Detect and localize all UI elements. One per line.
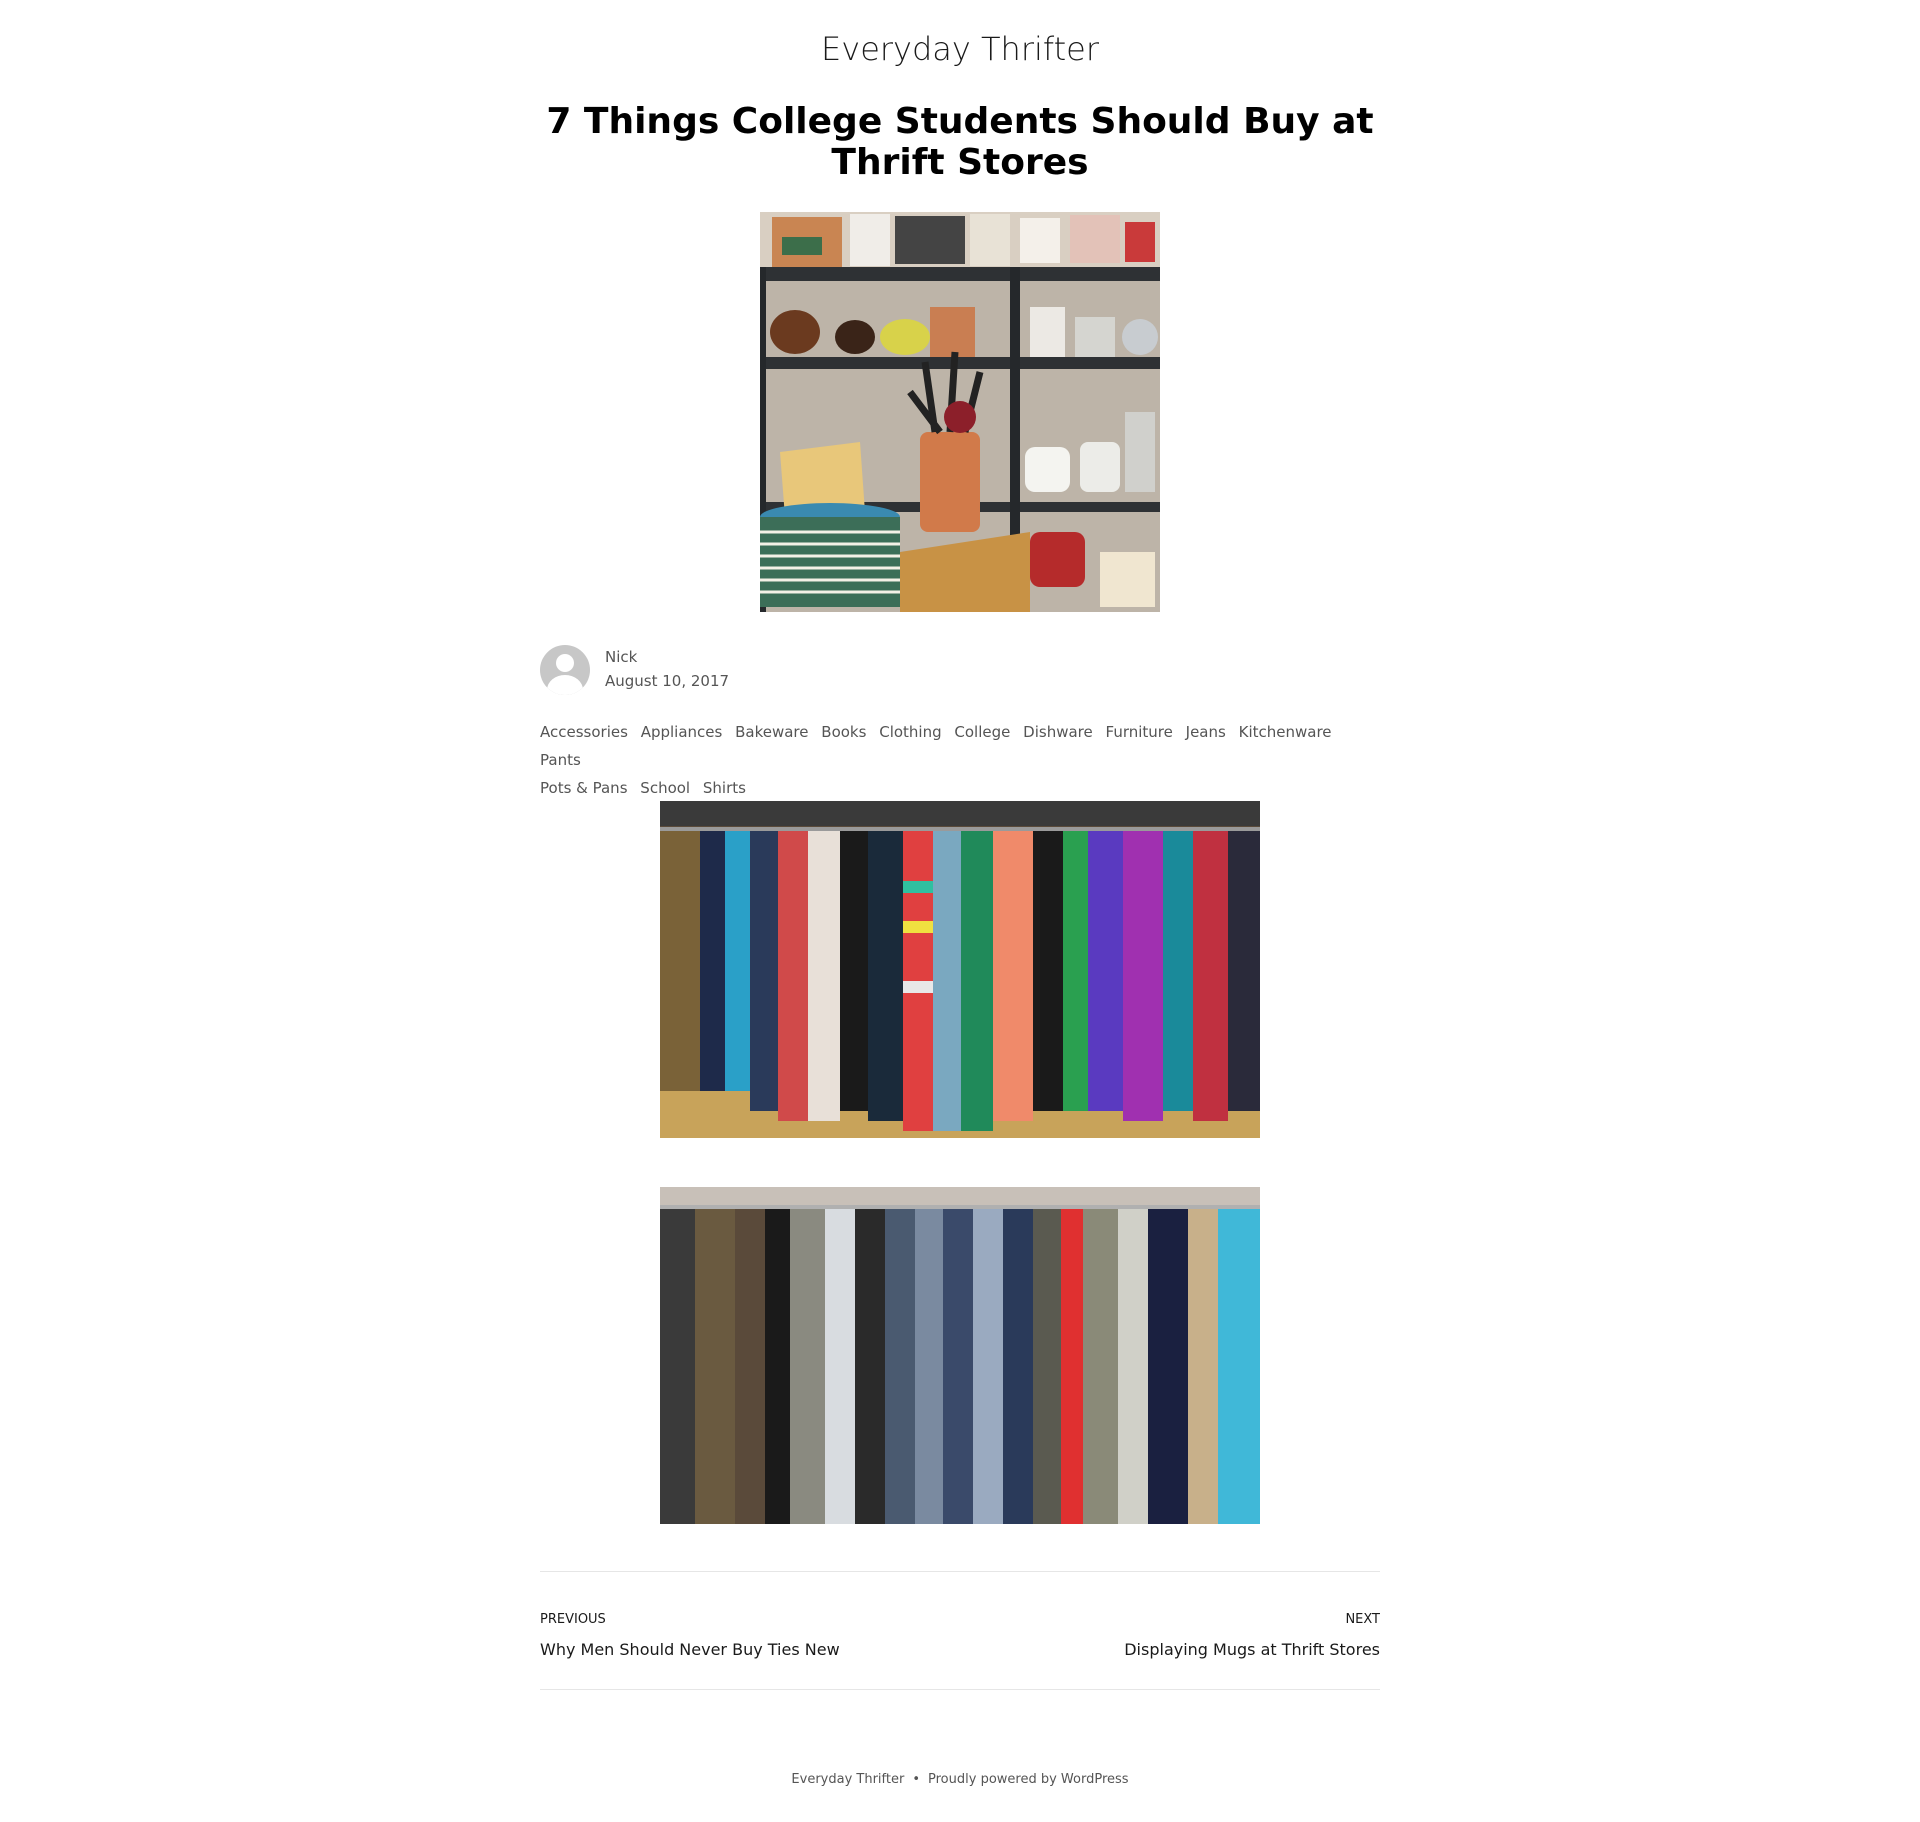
photo-shirts-rack (660, 801, 1260, 1138)
author-name[interactable]: Nick (605, 648, 637, 666)
tag-link[interactable]: Appliances (641, 723, 723, 741)
post-title: 7 Things College Students Should Buy at … (546, 101, 1374, 183)
tag-link[interactable]: Kitchenware (1239, 723, 1332, 741)
tag-link[interactable]: Accessories (540, 723, 628, 741)
wordpress-link[interactable]: Proudly powered by WordPress (928, 1772, 1129, 1787)
post-date[interactable]: August 10, 2017 (605, 672, 729, 690)
footer-site-link[interactable]: Everyday Thrifter (791, 1772, 904, 1787)
tag-link[interactable]: Dishware (1023, 723, 1093, 741)
previous-label: Previous (540, 1612, 606, 1627)
tag-link[interactable]: College (954, 723, 1010, 741)
tag-link[interactable]: Clothing (879, 723, 941, 741)
site-footer: Everyday Thrifter • Proudly powered by Wor… (0, 1772, 1920, 1787)
tag-link[interactable]: Books (821, 723, 866, 741)
photo-jeans-rack (660, 1187, 1260, 1524)
featured-image-kitchenware-shelves (760, 212, 1160, 612)
post-tags: Accessories Appliances Bakeware Books Cl… (540, 718, 1380, 802)
footer-separator: • (912, 1772, 921, 1787)
tag-link[interactable]: Pants (540, 751, 581, 769)
author-avatar (540, 645, 590, 695)
post-navigation: Previous Why Men Should Never Buy Ties N… (540, 1571, 1380, 1690)
tag-link[interactable]: Jeans (1186, 723, 1226, 741)
site-title[interactable]: Everyday Thrifter (0, 30, 1920, 68)
tag-link[interactable]: Furniture (1106, 723, 1173, 741)
post-meta: Nick August 10, 2017 (540, 642, 1380, 698)
previous-post-link[interactable]: Why Men Should Never Buy Ties New (540, 1640, 840, 1659)
next-label: Next (1345, 1612, 1380, 1627)
tag-link[interactable]: Bakeware (735, 723, 808, 741)
next-post-link[interactable]: Displaying Mugs at Thrift Stores (1124, 1640, 1380, 1659)
tag-link[interactable]: School (640, 779, 690, 797)
tag-link[interactable]: Pots & Pans (540, 779, 628, 797)
tag-link[interactable]: Shirts (703, 779, 746, 797)
